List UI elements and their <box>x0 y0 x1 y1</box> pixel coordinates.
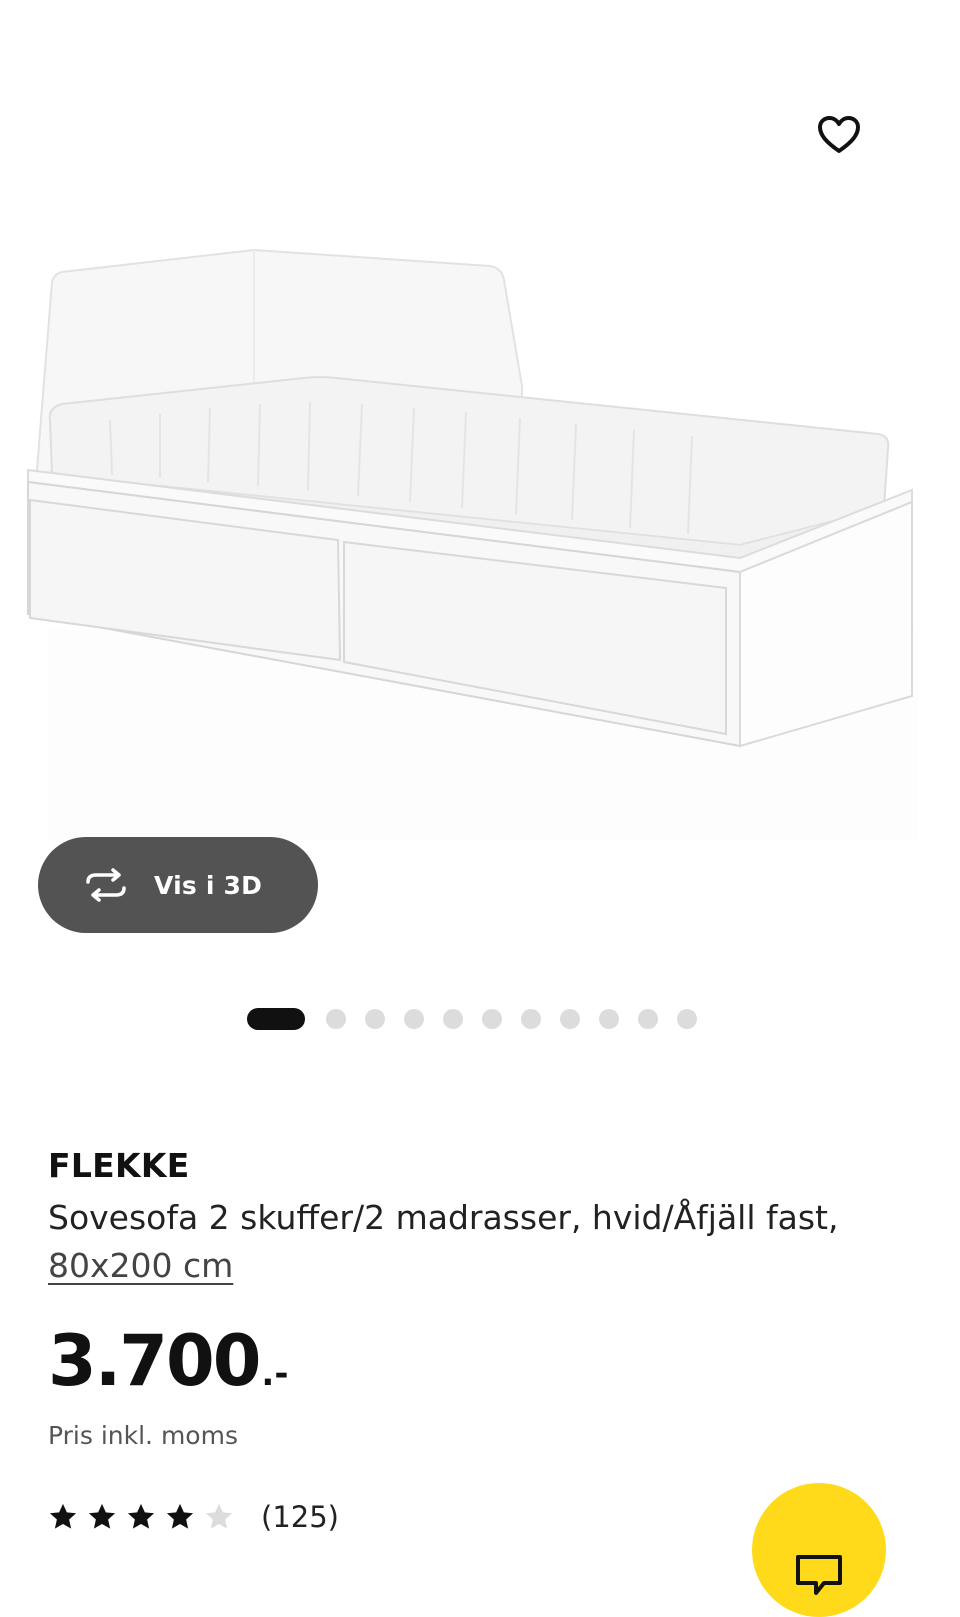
star-icon <box>166 1503 194 1529</box>
price-vat-note: Pris inkl. moms <box>48 1421 238 1450</box>
view-in-3d-button[interactable]: Vis i 3D <box>38 837 318 933</box>
product-description-text: Sovesofa 2 skuffer/2 madrasser, hvid/Åfj… <box>48 1198 839 1237</box>
rating-count: (125) <box>261 1500 339 1534</box>
heart-outline-icon <box>818 116 860 153</box>
product-rating[interactable]: (125) <box>48 1497 339 1537</box>
product-description: Sovesofa 2 skuffer/2 madrasser, hvid/Åfj… <box>48 1194 908 1290</box>
image-carousel-dots <box>247 1008 716 1030</box>
rotate-arrows-icon <box>86 868 126 902</box>
favorite-button[interactable] <box>812 108 866 162</box>
chat-bubble-icon <box>796 1555 842 1595</box>
carousel-dot-active[interactable] <box>247 1008 305 1030</box>
carousel-dot[interactable] <box>521 1009 541 1029</box>
carousel-dot[interactable] <box>638 1009 658 1029</box>
star-icon <box>49 1503 77 1529</box>
product-size-link[interactable]: 80x200 cm <box>48 1246 233 1285</box>
carousel-dot[interactable] <box>365 1009 385 1029</box>
star-icon <box>88 1503 116 1529</box>
view-in-3d-label: Vis i 3D <box>154 870 263 900</box>
price-amount: 3.700 <box>48 1320 261 1402</box>
star-icon <box>127 1503 155 1529</box>
product-name: FLEKKE <box>48 1146 190 1185</box>
carousel-dot[interactable] <box>677 1009 697 1029</box>
carousel-dot[interactable] <box>404 1009 424 1029</box>
carousel-dot[interactable] <box>482 1009 502 1029</box>
carousel-dot[interactable] <box>443 1009 463 1029</box>
product-price: 3.700 .- <box>48 1320 288 1402</box>
daybed-illustration <box>27 248 918 840</box>
star-empty-icon <box>205 1503 233 1529</box>
carousel-dot[interactable] <box>560 1009 580 1029</box>
product-image[interactable] <box>0 190 960 840</box>
price-suffix: .- <box>261 1354 289 1394</box>
chat-button[interactable] <box>752 1483 886 1617</box>
carousel-dot[interactable] <box>599 1009 619 1029</box>
carousel-dot[interactable] <box>326 1009 346 1029</box>
